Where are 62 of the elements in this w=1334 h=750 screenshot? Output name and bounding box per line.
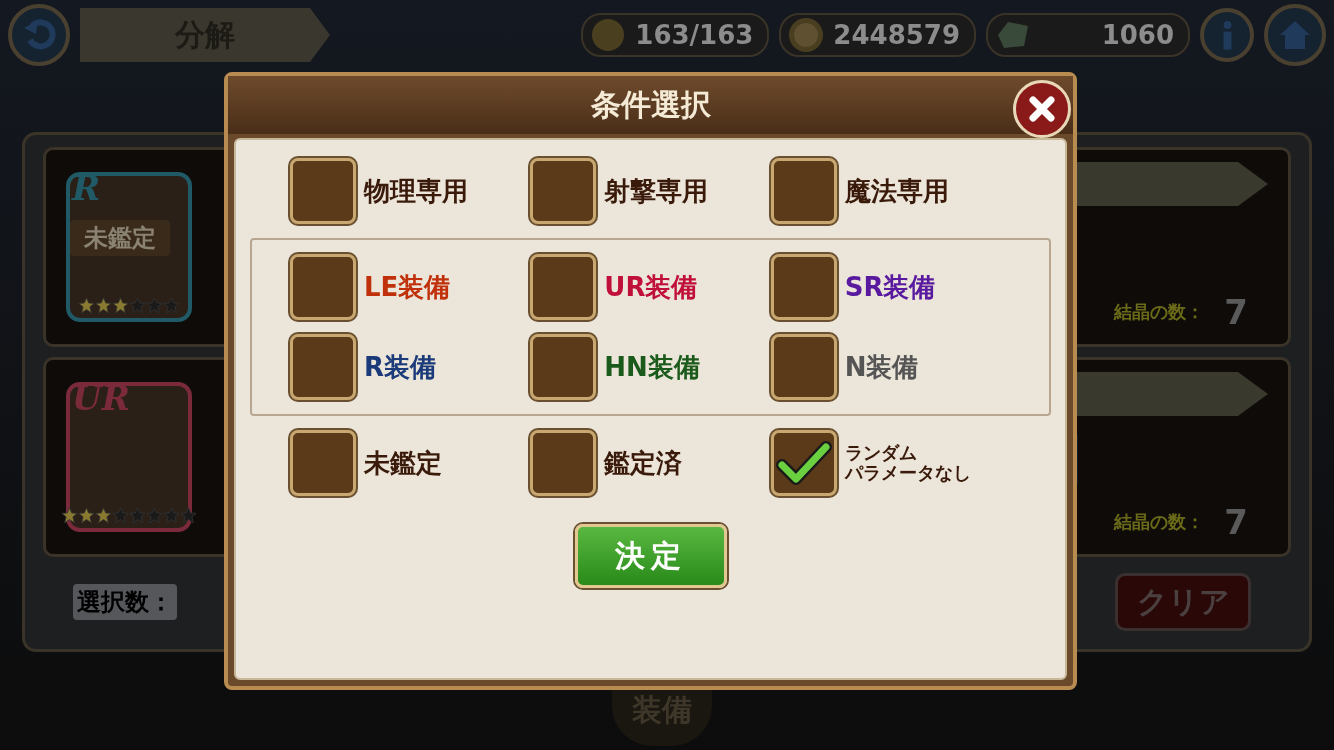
filter-option[interactable]: UR装備: [530, 254, 771, 320]
checkbox[interactable]: [770, 254, 837, 320]
checkbox[interactable]: [770, 430, 837, 496]
filter-option[interactable]: 魔法専用: [770, 158, 1011, 224]
option-label: SR装備: [844, 270, 936, 304]
checkbox[interactable]: [770, 158, 837, 224]
crystal-count-label: 結晶の数：: [1114, 300, 1205, 324]
option-label: N装備: [844, 350, 919, 384]
star-icon: [95, 507, 112, 524]
option-label: パラメータなし: [844, 463, 971, 483]
crystal-count: 7: [1224, 292, 1248, 332]
filter-option[interactable]: 物理専用: [290, 158, 531, 224]
option-label: 鑑定済: [604, 446, 683, 480]
filter-option[interactable]: SR装備: [770, 254, 1011, 320]
status-label: 未鑑定: [70, 220, 170, 256]
checkbox[interactable]: [290, 430, 356, 496]
rarity-label: R: [72, 168, 101, 208]
back-arrow-icon: [22, 18, 56, 52]
star-icon: [129, 297, 146, 314]
option-label: HN装備: [604, 350, 700, 384]
checkbox[interactable]: [290, 254, 356, 320]
filter-option[interactable]: 未鑑定: [290, 430, 531, 496]
star-icon: [180, 507, 197, 524]
option-label: 魔法専用: [844, 174, 949, 208]
filter-option[interactable]: 鑑定済: [530, 430, 771, 496]
info-icon: [1222, 18, 1232, 52]
crystal-count: 7: [1224, 502, 1248, 542]
star-icon: [78, 507, 95, 524]
option-label: UR装備: [604, 270, 698, 304]
home-icon: [1278, 18, 1312, 52]
star-icon: [112, 507, 129, 524]
option-label: ランダム: [844, 443, 917, 463]
coin-counter: 2448579: [779, 13, 976, 57]
dialog-title: 条件選択: [590, 85, 711, 124]
star-icon: [112, 297, 129, 314]
star-icon: [61, 507, 78, 524]
filter-option[interactable]: ランダム パラメータなし: [770, 430, 1011, 496]
coin-icon: [787, 16, 826, 54]
checkbox[interactable]: [290, 334, 356, 400]
option-label: 射撃専用: [604, 174, 709, 208]
gem-counter: 1060: [986, 13, 1190, 57]
filter-option[interactable]: R装備: [290, 334, 531, 400]
star-icon: [78, 297, 95, 314]
option-label: LE装備: [364, 270, 451, 304]
checkbox[interactable]: [530, 334, 597, 400]
checkbox[interactable]: [530, 158, 597, 224]
filter-option[interactable]: LE装備: [290, 254, 531, 320]
ap-counter: 163/163: [581, 13, 770, 57]
crystal-count-label: 結晶の数：: [1114, 510, 1205, 534]
filter-option[interactable]: HN装備: [530, 334, 771, 400]
filter-option[interactable]: N装備: [770, 334, 1011, 400]
option-label: R装備: [364, 350, 437, 384]
star-icon: [95, 297, 112, 314]
filter-option[interactable]: 射撃専用: [530, 158, 771, 224]
selection-count-label: 選択数：: [73, 584, 177, 620]
close-button[interactable]: [1013, 80, 1071, 138]
checkbox[interactable]: [770, 334, 837, 400]
checkbox[interactable]: [290, 158, 356, 224]
option-label: 未鑑定: [364, 446, 442, 480]
option-label: 物理専用: [364, 174, 468, 208]
checkbox[interactable]: [530, 254, 597, 320]
checkbox[interactable]: [530, 430, 597, 496]
